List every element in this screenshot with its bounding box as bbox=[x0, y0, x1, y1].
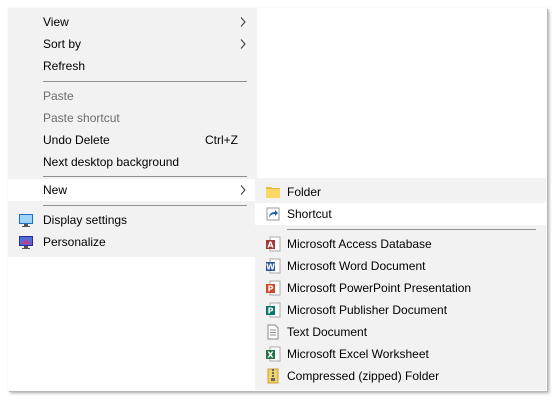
menu-item-refresh[interactable]: Refresh bbox=[8, 55, 257, 77]
menu-item-label: Text Document bbox=[287, 325, 368, 339]
submenu-item-publisher-document[interactable]: P Microsoft Publisher Document bbox=[255, 299, 546, 321]
desktop-context-menu: View Sort by Refresh Paste Paste shortcu… bbox=[8, 8, 257, 257]
submenu-item-shortcut[interactable]: Shortcut bbox=[255, 203, 546, 225]
menu-item-label: Paste shortcut bbox=[43, 111, 120, 125]
menu-item-label: Microsoft Excel Worksheet bbox=[287, 347, 429, 361]
folder-icon bbox=[266, 187, 280, 198]
chevron-right-icon bbox=[240, 17, 246, 27]
menu-item-display-settings[interactable]: Display settings bbox=[8, 209, 257, 231]
svg-text:P: P bbox=[268, 307, 274, 316]
menu-item-label: Sort by bbox=[43, 37, 82, 51]
submenu-item-excel-worksheet[interactable]: X Microsoft Excel Worksheet bbox=[255, 343, 546, 365]
menu-separator bbox=[43, 176, 247, 177]
submenu-item-powerpoint-presentation[interactable]: P Microsoft PowerPoint Presentation bbox=[255, 277, 546, 299]
menu-separator bbox=[43, 81, 247, 82]
personalize-icon bbox=[19, 236, 33, 249]
menu-item-label: Display settings bbox=[43, 213, 128, 227]
svg-text:A: A bbox=[267, 241, 274, 250]
display-settings-icon bbox=[19, 214, 33, 227]
excel-worksheet-icon: X bbox=[266, 346, 281, 362]
menu-item-label: Microsoft Word Document bbox=[287, 259, 426, 273]
word-document-icon: W bbox=[266, 258, 281, 274]
menu-item-paste: Paste bbox=[8, 85, 257, 107]
svg-text:X: X bbox=[267, 351, 274, 360]
svg-text:P: P bbox=[268, 285, 274, 294]
menu-item-label: Microsoft Access Database bbox=[287, 237, 432, 251]
powerpoint-presentation-icon: P bbox=[266, 280, 281, 296]
menu-item-undo-delete[interactable]: Undo Delete Ctrl+Z bbox=[8, 129, 257, 151]
zipped-folder-icon bbox=[267, 368, 279, 384]
keyboard-shortcut: Ctrl+Z bbox=[205, 133, 238, 147]
submenu-item-text-document[interactable]: Text Document bbox=[255, 321, 546, 343]
menu-item-label: Undo Delete bbox=[43, 133, 110, 147]
menu-item-personalize[interactable]: Personalize bbox=[8, 231, 257, 253]
menu-item-label: View bbox=[43, 15, 69, 29]
menu-item-sort-by[interactable]: Sort by bbox=[8, 33, 257, 55]
chevron-right-icon bbox=[240, 39, 246, 49]
menu-item-view[interactable]: View bbox=[8, 11, 257, 33]
text-document-icon bbox=[267, 324, 279, 340]
menu-item-label: Compressed (zipped) Folder bbox=[287, 369, 440, 383]
submenu-item-access-database[interactable]: A Microsoft Access Database bbox=[255, 233, 546, 255]
menu-separator bbox=[287, 229, 536, 230]
menu-item-next-desktop-background[interactable]: Next desktop background bbox=[8, 151, 257, 173]
access-database-icon: A bbox=[266, 236, 281, 252]
menu-item-label: Next desktop background bbox=[43, 155, 180, 169]
shortcut-icon bbox=[266, 207, 280, 221]
menu-item-label: Refresh bbox=[43, 59, 86, 73]
menu-item-label: New bbox=[43, 183, 68, 197]
new-submenu: Folder Shortcut A Microsoft Access Datab… bbox=[255, 178, 546, 390]
menu-item-label: Personalize bbox=[43, 235, 106, 249]
menu-item-label: Microsoft PowerPoint Presentation bbox=[287, 281, 472, 295]
submenu-item-zipped-folder[interactable]: Compressed (zipped) Folder bbox=[255, 365, 546, 387]
menu-item-paste-shortcut: Paste shortcut bbox=[8, 107, 257, 129]
svg-text:W: W bbox=[266, 263, 275, 272]
publisher-document-icon: P bbox=[266, 302, 281, 318]
submenu-item-word-document[interactable]: W Microsoft Word Document bbox=[255, 255, 546, 277]
menu-item-label: Microsoft Publisher Document bbox=[287, 303, 448, 317]
submenu-item-folder[interactable]: Folder bbox=[255, 181, 546, 203]
menu-item-new[interactable]: New bbox=[8, 179, 257, 201]
menu-item-label: Folder bbox=[287, 185, 322, 199]
menu-item-label: Paste bbox=[43, 89, 74, 103]
menu-item-label: Shortcut bbox=[287, 207, 332, 221]
menu-separator bbox=[43, 205, 247, 206]
chevron-right-icon bbox=[240, 185, 246, 195]
